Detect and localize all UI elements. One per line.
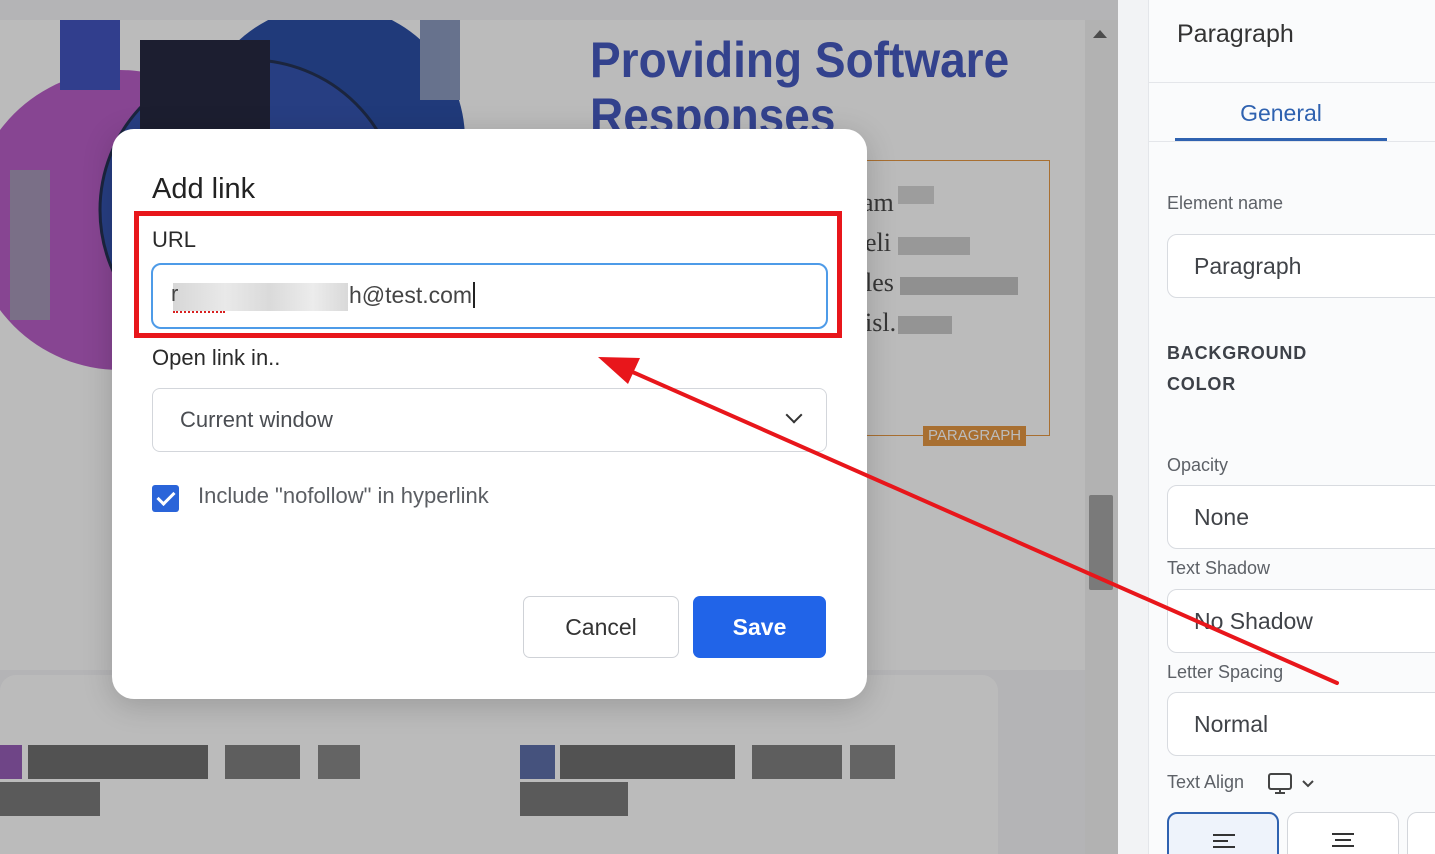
- letter-spacing-label: Letter Spacing: [1167, 662, 1284, 682]
- background-color-label: BACKGROUND COLOR: [1167, 343, 1307, 394]
- properties-panel: Paragraph General Element name Paragraph…: [1148, 0, 1435, 854]
- panel-title: Paragraph: [1177, 20, 1294, 48]
- tab-general[interactable]: General: [1175, 95, 1387, 141]
- align-right-button[interactable]: [1407, 812, 1435, 854]
- dialog-title: Add link: [152, 173, 256, 205]
- divider: [1149, 82, 1435, 83]
- text-align-label: Text Align: [1167, 772, 1245, 792]
- divider: [1149, 141, 1435, 142]
- letter-spacing-select[interactable]: Normal: [1167, 692, 1435, 756]
- chevron-down-icon: [785, 406, 803, 424]
- monitor-icon[interactable]: [1267, 772, 1319, 801]
- save-button[interactable]: Save: [693, 596, 826, 658]
- opacity-select[interactable]: None: [1167, 485, 1435, 549]
- cancel-button[interactable]: Cancel: [523, 596, 679, 658]
- open-link-select[interactable]: Current window: [152, 388, 827, 452]
- text-shadow-select[interactable]: No Shadow: [1167, 589, 1435, 653]
- element-name-input[interactable]: Paragraph: [1167, 234, 1435, 298]
- align-left-icon: [1213, 834, 1235, 852]
- annotation-highlight-box: [134, 211, 842, 338]
- align-center-icon: [1332, 833, 1354, 851]
- nofollow-checkbox[interactable]: [152, 485, 179, 512]
- open-link-value: Current window: [180, 407, 333, 432]
- align-left-button[interactable]: [1167, 812, 1279, 854]
- opacity-label: Opacity: [1167, 455, 1229, 475]
- element-name-label: Element name: [1167, 193, 1284, 213]
- align-center-button[interactable]: [1287, 812, 1399, 854]
- text-shadow-label: Text Shadow: [1167, 558, 1271, 578]
- open-link-label: Open link in..: [152, 345, 281, 370]
- nofollow-label[interactable]: Include "nofollow" in hyperlink: [198, 483, 489, 509]
